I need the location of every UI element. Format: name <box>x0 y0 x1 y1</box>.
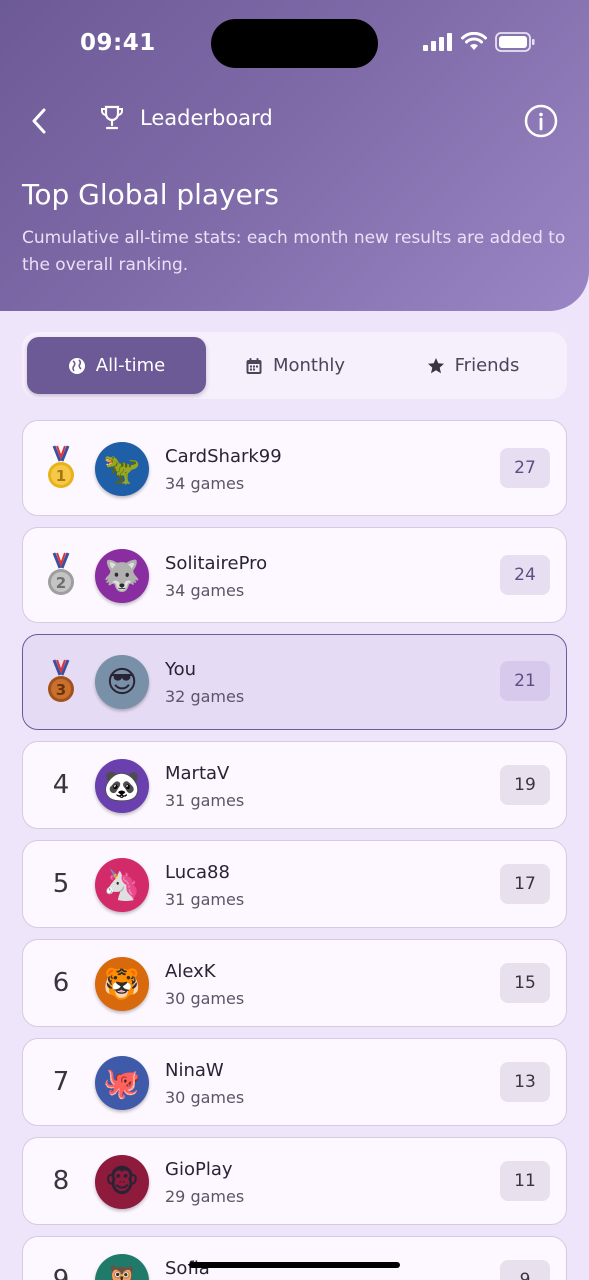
score-badge: 9 <box>500 1260 550 1280</box>
gold-medal-icon: 1 <box>48 445 74 488</box>
status-bar: 09:41 <box>0 0 589 90</box>
player-name: You <box>165 659 197 680</box>
page-subtitle: Cumulative all-time stats: each month ne… <box>22 228 566 275</box>
score-badge: 15 <box>500 963 550 1003</box>
avatar-emoji: 🐵 <box>104 1164 140 1200</box>
games-count: 31 games <box>165 890 245 909</box>
player-name: MartaV <box>165 763 230 784</box>
wifi-icon <box>461 32 487 50</box>
tab-monthly-label: Monthly <box>272 355 346 376</box>
info-icon <box>524 104 558 138</box>
page-title: Top Global players <box>22 178 279 211</box>
avatar-emoji: 🐼 <box>103 768 141 804</box>
player-name: NinaW <box>165 1060 224 1081</box>
score-badge: 27 <box>500 448 550 488</box>
avatar: 🦄 <box>95 858 149 912</box>
player-name: GioPlay <box>165 1159 233 1180</box>
leaderboard-row[interactable]: 7 🐙 NinaW 30 games 13 <box>22 1038 567 1126</box>
score-badge: 21 <box>500 661 550 701</box>
avatar-emoji: 🦉 <box>103 1264 140 1280</box>
leaderboard-row[interactable]: 4 🐼 MartaV 31 games 19 <box>22 741 567 829</box>
period-tabs: All-time Monthly Friends <box>22 332 567 399</box>
avatar: 🐯 <box>95 957 149 1011</box>
avatar: 🐵 <box>95 1155 149 1209</box>
player-name: AlexK <box>165 961 216 982</box>
leaderboard-row[interactable]: 9 🦉 Sofia 9 <box>22 1236 567 1280</box>
home-indicator[interactable] <box>189 1262 400 1268</box>
status-time: 09:41 <box>80 30 156 56</box>
avatar: 😎 <box>95 655 149 709</box>
leaderboard-row[interactable]: 6 🐯 AlexK 30 games 15 <box>22 939 567 1027</box>
battery-icon <box>495 32 535 52</box>
rank-number: 7 <box>52 1067 70 1097</box>
score-badge: 11 <box>500 1161 550 1201</box>
info-button[interactable] <box>524 104 558 138</box>
chevron-left-icon <box>32 108 46 134</box>
avatar-emoji: 🦄 <box>103 867 141 903</box>
bronze-medal-icon: 3 <box>48 659 74 702</box>
score-badge: 24 <box>500 555 550 595</box>
games-count: 34 games <box>165 581 245 600</box>
nav-bar: Leaderboard <box>0 100 589 142</box>
svg-text:3: 3 <box>56 681 66 699</box>
player-name: Luca88 <box>165 862 230 883</box>
rank-number: 9 <box>52 1265 70 1280</box>
leaderboard-row[interactable]: 1 🦖 CardShark99 34 games 27 <box>22 420 567 516</box>
dynamic-island <box>211 19 378 68</box>
svg-text:1: 1 <box>56 467 66 485</box>
tab-all-time-label: All-time <box>95 355 166 376</box>
tab-monthly[interactable]: Monthly <box>206 337 384 394</box>
svg-text:2: 2 <box>56 574 66 592</box>
score-badge: 17 <box>500 864 550 904</box>
leaderboard-row-current-user[interactable]: 3 😎 You 32 games 21 <box>22 634 567 730</box>
leaderboard-row[interactable]: 2 🐺 SolitairePro 34 games 24 <box>22 527 567 623</box>
games-count: 30 games <box>165 1088 245 1107</box>
avatar: 🦉 <box>95 1254 149 1280</box>
star-icon <box>427 357 444 373</box>
tab-friends-label: Friends <box>454 355 520 376</box>
status-icons <box>423 32 535 52</box>
signal-icon <box>423 33 452 51</box>
avatar: 🐺 <box>95 549 149 603</box>
avatar-emoji: 🐺 <box>103 558 141 594</box>
back-button[interactable] <box>24 104 54 138</box>
leaderboard-row[interactable]: 5 🦄 Luca88 31 games 17 <box>22 840 567 928</box>
nav-title-label: Leaderboard <box>140 106 273 130</box>
rank-number: 6 <box>52 968 70 998</box>
globe-icon <box>68 357 85 374</box>
player-name: SolitairePro <box>165 553 268 574</box>
avatar-emoji: 🐯 <box>103 966 141 1002</box>
games-count: 32 games <box>165 687 245 706</box>
avatar: 🐙 <box>95 1056 149 1110</box>
games-count: 34 games <box>165 474 245 493</box>
games-count: 29 games <box>165 1187 245 1206</box>
score-badge: 19 <box>500 765 550 805</box>
avatar-emoji: 🦖 <box>103 451 141 487</box>
leaderboard-row[interactable]: 8 🐵 GioPlay 29 games 11 <box>22 1137 567 1225</box>
header-panel: 09:41 Leaderboard Top Global players Cum… <box>0 0 589 311</box>
games-count: 30 games <box>165 989 245 1008</box>
avatar: 🦖 <box>95 442 149 496</box>
rank-number: 4 <box>52 770 70 800</box>
trophy-icon <box>101 105 123 130</box>
avatar: 🐼 <box>95 759 149 813</box>
tab-all-time[interactable]: All-time <box>27 337 206 394</box>
calendar-icon <box>246 357 262 374</box>
tab-friends[interactable]: Friends <box>384 337 562 394</box>
score-badge: 13 <box>500 1062 550 1102</box>
rank-number: 8 <box>52 1166 70 1196</box>
avatar-emoji: 😎 <box>106 664 138 700</box>
avatar-emoji: 🐙 <box>103 1065 141 1101</box>
player-name: CardShark99 <box>165 446 282 467</box>
nav-title: Leaderboard <box>100 105 273 131</box>
silver-medal-icon: 2 <box>48 552 74 595</box>
rank-number: 5 <box>52 869 70 899</box>
games-count: 31 games <box>165 791 245 810</box>
